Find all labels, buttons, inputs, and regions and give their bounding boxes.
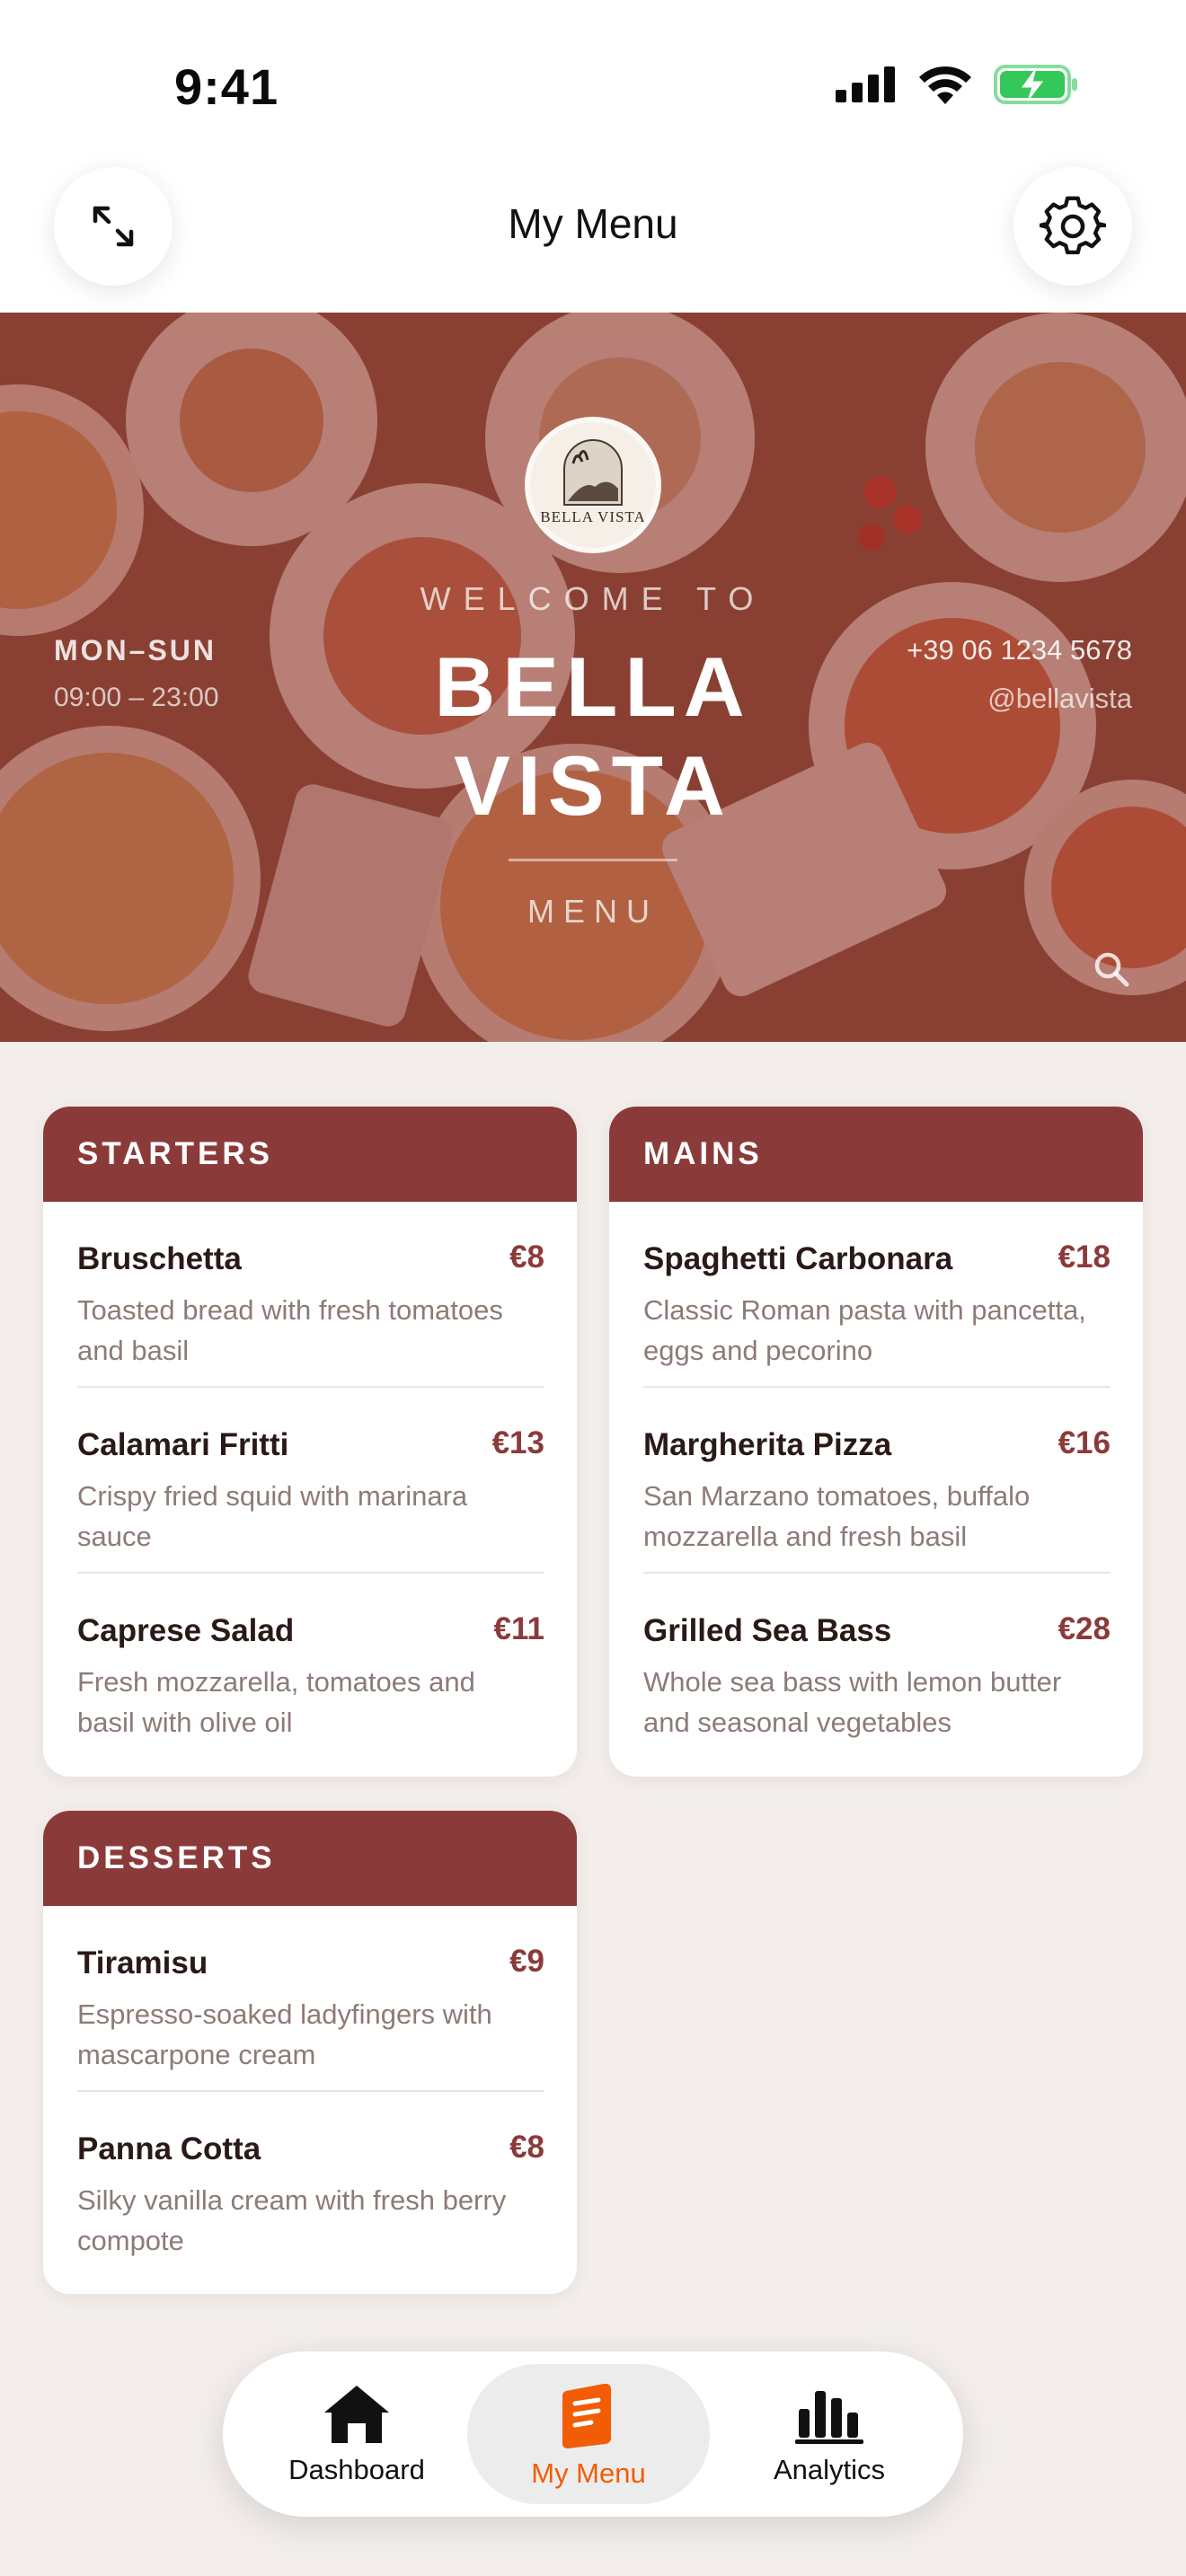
home-icon — [324, 2386, 389, 2443]
status-time: 9:41 — [174, 58, 279, 115]
wifi-icon — [919, 66, 971, 104]
item-name: Panna Cotta — [77, 2131, 261, 2166]
tab-dashboard[interactable]: Dashboard — [235, 2364, 478, 2504]
item-name: Spaghetti Carbonara — [643, 1241, 953, 1276]
menu-section-starters: STARTERS Bruschetta €8 Toasted bread wit… — [43, 1107, 577, 1777]
menu-item[interactable]: Grilled Sea Bass €28 Whole sea bass with… — [643, 1574, 1111, 1760]
tab-label: My Menu — [531, 2457, 646, 2489]
restaurant-name-line-2: VISTA — [454, 738, 732, 833]
section-header: DESSERTS — [43, 1811, 577, 1906]
menu-section-mains: MAINS Spaghetti Carbonara €18 Classic Ro… — [609, 1107, 1143, 1777]
item-price: €9 — [509, 1944, 544, 1979]
page-title: My Menu — [508, 200, 678, 247]
tab-my-menu[interactable]: My Menu — [467, 2364, 710, 2504]
menu-item[interactable]: Spaghetti Carbonara €18 Classic Roman pa… — [643, 1202, 1111, 1388]
menu-item[interactable]: Calamari Fritti €13 Crispy fried squid w… — [77, 1388, 544, 1574]
phone-number: +39 06 1234 5678 — [907, 634, 1132, 666]
item-description: Crispy fried squid with marinara sauce — [77, 1480, 468, 1552]
item-name: Calamari Fritti — [77, 1427, 289, 1462]
status-bar: 9:41 — [0, 0, 1186, 153]
restaurant-logo: BELLA VISTA — [525, 417, 661, 553]
tab-label: Analytics — [773, 2454, 886, 2485]
status-icons — [836, 65, 1078, 104]
search-icon — [1094, 952, 1129, 987]
item-price: €28 — [1058, 1611, 1111, 1646]
logo-text: BELLA VISTA — [540, 508, 646, 525]
item-price: €11 — [493, 1611, 544, 1646]
item-description: Espresso-soaked ladyfingers with mascarp… — [77, 1998, 492, 2070]
hero-subtitle: MENU — [527, 893, 659, 930]
welcome-text: WELCOME TO — [420, 580, 766, 617]
item-description: Toasted bread with fresh tomatoes and ba… — [77, 1294, 503, 1366]
item-description: Fresh mozzarella, tomatoes and basil wit… — [77, 1666, 475, 1738]
menu-item[interactable]: Bruschetta €8 Toasted bread with fresh t… — [77, 1202, 544, 1388]
restaurant-name: BELLA VISTA — [0, 638, 1186, 835]
tab-label: Dashboard — [288, 2454, 425, 2485]
menu-item[interactable]: Tiramisu €9 Espresso-soaked ladyfingers … — [77, 1906, 544, 2092]
menu-section-desserts: DESSERTS Tiramisu €9 Espresso-soaked lad… — [43, 1811, 577, 2294]
item-name: Bruschetta — [77, 1241, 242, 1276]
opening-hours: 09:00 – 23:00 — [54, 683, 219, 712]
section-title: MAINS — [643, 1136, 763, 1171]
hero-search-button[interactable] — [1091, 948, 1132, 994]
hero-banner: BELLA VISTA WELCOME TO BELLA VISTA MENU … — [0, 313, 1186, 1042]
menu-item[interactable]: Panna Cotta €8 Silky vanilla cream with … — [77, 2092, 544, 2278]
cellular-signal-icon — [836, 66, 895, 102]
section-title: STARTERS — [77, 1136, 274, 1171]
gear-icon — [1040, 196, 1106, 255]
menu-item[interactable]: Margherita Pizza €16 San Marzano tomatoe… — [643, 1388, 1111, 1574]
menu-item[interactable]: Caprese Salad €11 Fresh mozzarella, toma… — [77, 1574, 544, 1760]
social-handle: @bellavista — [987, 683, 1132, 714]
section-title: DESSERTS — [77, 1840, 276, 1875]
item-description: San Marzano tomatoes, buffalo mozzarella… — [643, 1480, 1031, 1552]
nav-header: My Menu — [0, 153, 1186, 313]
item-name: Caprese Salad — [77, 1613, 295, 1648]
hero-divider — [509, 859, 677, 861]
item-price: €13 — [491, 1425, 544, 1460]
settings-button[interactable] — [1013, 167, 1132, 286]
item-price: €16 — [1058, 1425, 1111, 1460]
item-name: Margherita Pizza — [643, 1427, 892, 1462]
item-name: Grilled Sea Bass — [643, 1613, 892, 1648]
item-price: €8 — [509, 1239, 544, 1275]
bar-chart-icon — [795, 2391, 863, 2444]
section-header: STARTERS — [43, 1107, 577, 1202]
item-name: Tiramisu — [77, 1945, 208, 1981]
battery-charging-icon — [994, 65, 1077, 104]
bottom-tab-bar: Dashboard My Menu Analytics — [223, 2351, 963, 2517]
logo-emblem-icon — [563, 439, 623, 506]
item-price: €18 — [1058, 1239, 1111, 1275]
item-description: Silky vanilla cream with fresh berry com… — [77, 2184, 507, 2256]
opening-days: MON–SUN — [54, 634, 217, 666]
item-price: €8 — [509, 2130, 544, 2165]
item-description: Classic Roman pasta with pancetta, eggs … — [643, 1294, 1086, 1366]
item-description: Whole sea bass with lemon butter and sea… — [643, 1666, 1062, 1738]
section-header: MAINS — [609, 1107, 1143, 1202]
menu-book-icon — [562, 2383, 611, 2448]
tab-analytics[interactable]: Analytics — [708, 2364, 951, 2504]
